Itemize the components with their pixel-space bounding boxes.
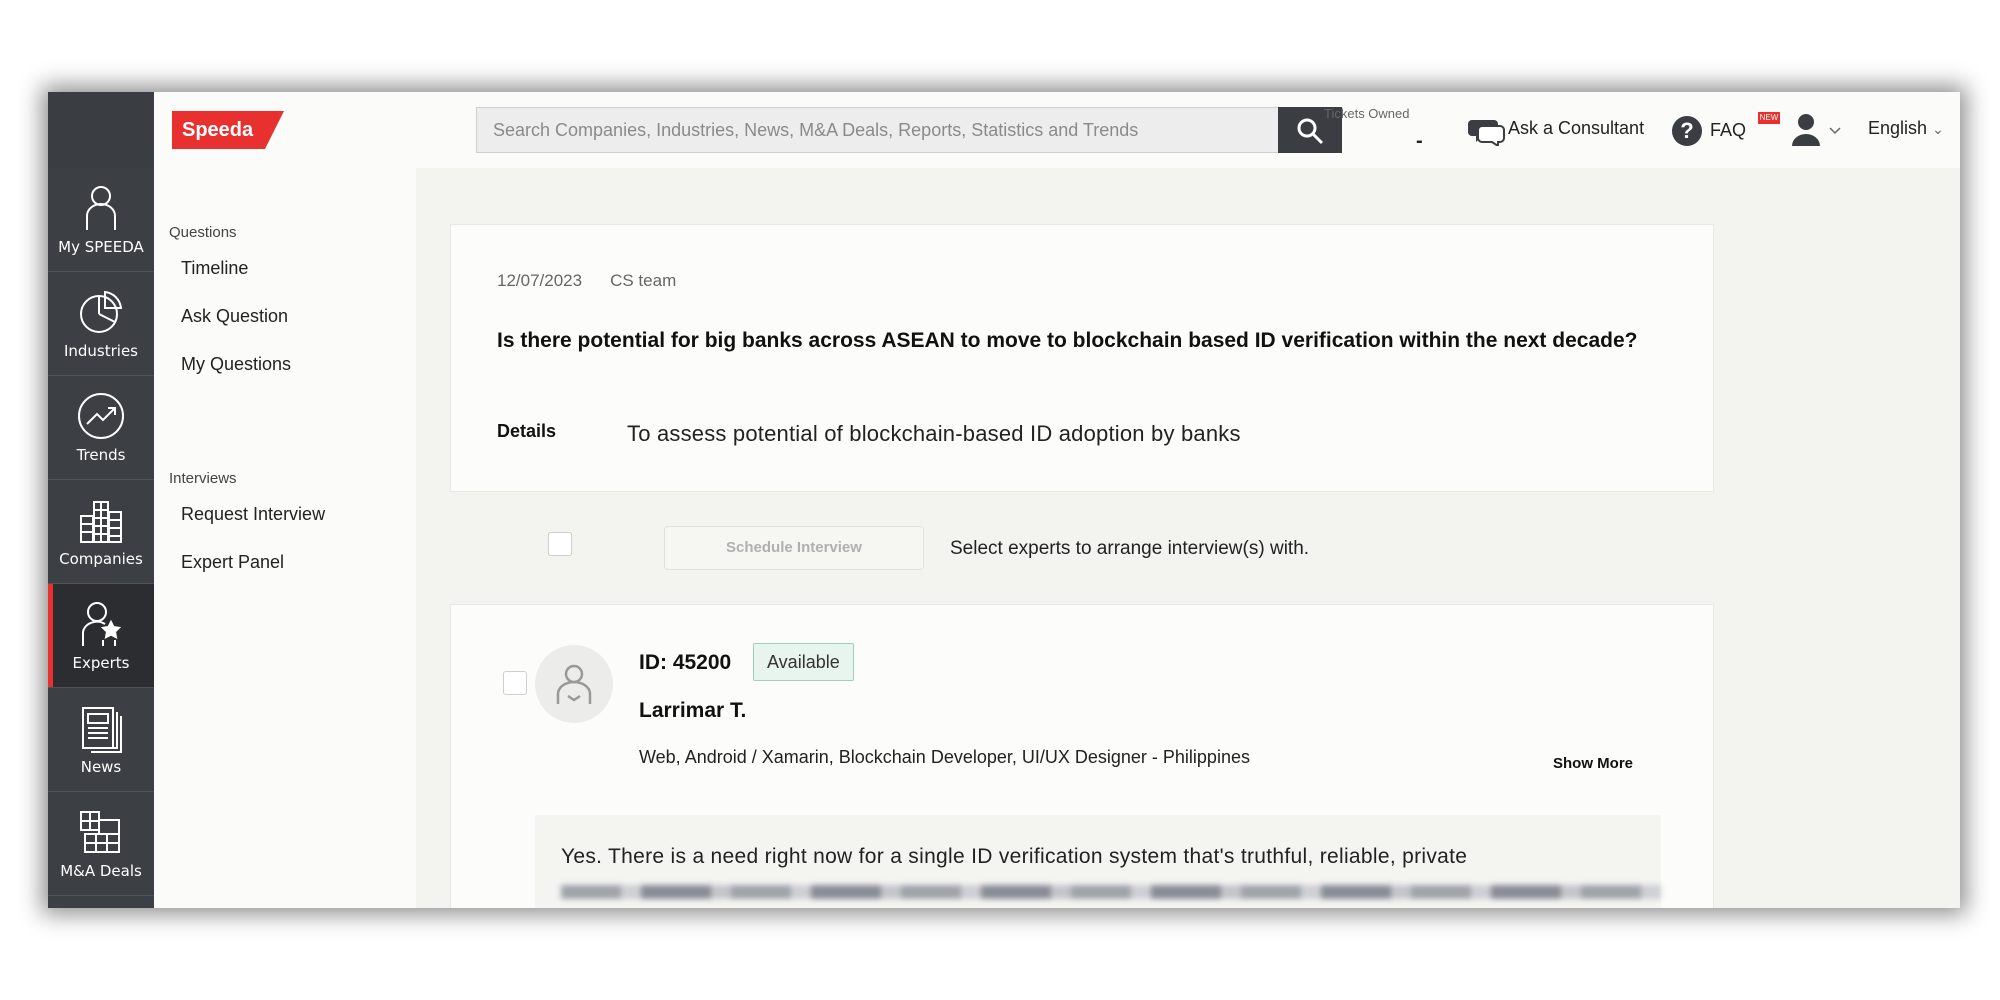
language-label: English	[1868, 118, 1928, 138]
expert-answer: Yes. There is a need right now for a sin…	[535, 815, 1661, 908]
schedule-hint: Select experts to arrange interview(s) w…	[950, 538, 1310, 559]
question-mark-icon: ?	[1672, 116, 1702, 146]
question-date: 12/07/2023	[497, 271, 583, 290]
nav-item-my-speeda[interactable]: My SPEEDA	[48, 168, 154, 272]
nav-item-companies[interactable]: Companies	[48, 480, 154, 584]
nav-top-spacer	[48, 92, 154, 168]
nav-item-news[interactable]: News	[48, 688, 154, 792]
expert-sidebar: Questions Timeline Ask Question My Quest…	[154, 168, 417, 908]
nav-item-trends[interactable]: Trends	[48, 376, 154, 480]
sidebar-item-my-questions[interactable]: My Questions	[181, 354, 291, 375]
speeda-logo[interactable]: Speeda	[172, 111, 284, 149]
sidebar-item-request-interview[interactable]: Request Interview	[181, 504, 325, 525]
question-card: 12/07/2023 CS team Is there potential for…	[450, 224, 1714, 492]
main-nav: My SPEEDA Industries Trends Companies Ex…	[48, 92, 154, 908]
person-icon	[86, 186, 116, 230]
blurred-answer-text	[561, 885, 1661, 899]
new-badge: NEW	[1758, 112, 1780, 124]
chat-bubbles-icon	[1468, 120, 1505, 146]
question-title: Is there potential for big banks across …	[497, 329, 1638, 352]
expert-id: ID: 45200	[639, 651, 732, 674]
nav-label: Trends	[76, 446, 126, 464]
sidebar-item-timeline[interactable]: Timeline	[181, 258, 248, 279]
buildings-icon	[80, 501, 122, 543]
nav-label: Industries	[63, 342, 139, 360]
sidebar-section-interviews: Interviews	[169, 470, 237, 487]
tickets-owned-value: -	[1416, 130, 1423, 152]
search-input[interactable]: Search Companies, Industries, News, M&A …	[476, 107, 1280, 153]
schedule-interview-button[interactable]: Schedule Interview	[664, 526, 924, 570]
main-content: 12/07/2023 CS team Is there potential for…	[416, 168, 1960, 908]
nav-item-industries[interactable]: Industries	[48, 272, 154, 376]
app-window: My SPEEDA Industries Trends Companies Ex…	[48, 92, 1960, 908]
language-selector[interactable]: English ⌄	[1868, 118, 1944, 139]
details-label: Details	[497, 421, 557, 441]
show-more-link[interactable]: Show More	[1553, 755, 1633, 772]
chevron-down-icon: ⌄	[1932, 121, 1944, 137]
expert-star-icon	[82, 602, 122, 646]
nav-label: Experts	[72, 654, 130, 672]
avatar-person-icon	[556, 664, 592, 704]
user-menu[interactable]	[1790, 112, 1850, 148]
trend-arrow-icon	[78, 393, 124, 439]
user-icon	[1792, 114, 1841, 146]
answer-text: Yes. There is a need right now for a sin…	[561, 845, 1468, 868]
search-icon	[1297, 118, 1324, 145]
nav-label: My SPEEDA	[58, 238, 144, 256]
nav-label: Companies	[59, 550, 143, 568]
grid-blocks-icon	[80, 811, 120, 853]
faq-label: FAQ	[1710, 120, 1747, 140]
question-team: CS team	[610, 271, 677, 290]
sidebar-item-ask-question[interactable]: Ask Question	[181, 306, 288, 327]
avatar	[535, 645, 613, 723]
pie-chart-icon	[80, 290, 123, 333]
expert-name: Larrimar T.	[639, 699, 747, 722]
top-bar: Speeda Search Companies, Industries, New…	[154, 92, 1960, 169]
question-meta: 12/07/2023 CS team	[497, 271, 676, 291]
tickets-owned-label: Tickets Owned	[1324, 106, 1410, 121]
sidebar-section-questions: Questions	[169, 224, 237, 241]
newspaper-icon	[82, 707, 122, 753]
nav-label: News	[80, 758, 122, 776]
expert-select-checkbox[interactable]	[503, 671, 527, 695]
nav-label: M&A Deals	[60, 862, 142, 880]
expert-description: Web, Android / Xamarin, Blockchain Devel…	[639, 747, 1250, 767]
nav-item-experts[interactable]: Experts	[48, 584, 154, 688]
nav-item-ma-deals[interactable]: M&A Deals	[48, 792, 154, 896]
expert-card: ID: 45200 Available Larrimar T. Web, And…	[450, 604, 1714, 908]
status-badge: Available	[753, 643, 854, 681]
question-details: To assess potential of blockchain-based …	[627, 421, 1241, 446]
sidebar-item-expert-panel[interactable]: Expert Panel	[181, 552, 284, 573]
ask-consultant-label: Ask a Consultant	[1508, 118, 1645, 138]
select-all-checkbox[interactable]	[548, 532, 572, 556]
